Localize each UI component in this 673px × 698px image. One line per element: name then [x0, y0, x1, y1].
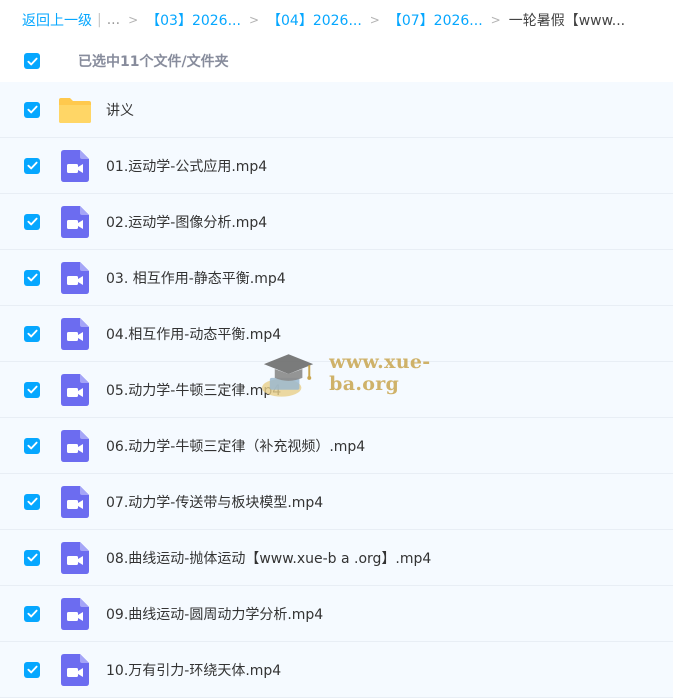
file-row[interactable]: 05.动力学-牛顿三定律.mp4 [0, 362, 673, 418]
row-checkbox[interactable] [24, 101, 40, 118]
selection-bar: 已选中11个文件/文件夹 [0, 40, 673, 82]
file-name[interactable]: 10.万有引力-环绕天体.mp4 [106, 660, 281, 680]
file-name[interactable]: 04.相互作用-动态平衡.mp4 [106, 324, 281, 344]
row-checkbox[interactable] [24, 437, 40, 454]
file-row[interactable]: 01.运动学-公式应用.mp4 [0, 138, 673, 194]
row-checkbox[interactable] [24, 605, 40, 622]
check-icon [26, 217, 38, 226]
check-icon [26, 609, 38, 618]
check-icon [26, 665, 38, 674]
breadcrumb-item[interactable]: 【07】2026... [388, 10, 483, 30]
video-file-icon [58, 429, 92, 463]
folder-row[interactable]: 讲义 [0, 82, 673, 138]
row-checkbox[interactable] [24, 549, 40, 566]
file-name[interactable]: 05.动力学-牛顿三定律.mp4 [106, 380, 281, 400]
row-checkbox[interactable] [24, 269, 40, 286]
video-file-icon [58, 541, 92, 575]
chevron-right-icon: > [490, 13, 501, 27]
chevron-right-icon: > [369, 13, 380, 27]
check-icon [26, 441, 38, 450]
file-name[interactable]: 01.运动学-公式应用.mp4 [106, 156, 267, 176]
folder-icon [58, 93, 92, 127]
check-icon [26, 161, 38, 170]
video-file-icon [58, 373, 92, 407]
file-row[interactable]: 09.曲线运动-圆周动力学分析.mp4 [0, 586, 673, 642]
row-checkbox[interactable] [24, 493, 40, 510]
breadcrumb-ellipsis[interactable]: ... [107, 12, 120, 28]
video-file-icon [58, 317, 92, 351]
video-file-icon [58, 261, 92, 295]
file-name[interactable]: 08.曲线运动-抛体运动【www.xue-b a .org】.mp4 [106, 548, 431, 568]
check-icon [26, 57, 38, 65]
chevron-right-icon: > [248, 13, 259, 27]
file-name[interactable]: 07.动力学-传送带与板块模型.mp4 [106, 492, 323, 512]
row-checkbox[interactable] [24, 325, 40, 342]
file-name[interactable]: 09.曲线运动-圆周动力学分析.mp4 [106, 604, 323, 624]
file-list: 讲义 01.运动学-公式应用.mp4 02.运动学-图像分析.mp4 03. 相互作用… [0, 82, 673, 698]
selection-count: 已选中11个文件/文件夹 [78, 54, 229, 70]
file-row[interactable]: 02.运动学-图像分析.mp4 [0, 194, 673, 250]
file-name[interactable]: 03. 相互作用-静态平衡.mp4 [106, 268, 286, 288]
video-file-icon [58, 149, 92, 183]
file-name[interactable]: 02.运动学-图像分析.mp4 [106, 212, 267, 232]
check-icon [26, 497, 38, 506]
check-icon [26, 273, 38, 282]
row-checkbox[interactable] [24, 381, 40, 398]
video-file-icon [58, 653, 92, 687]
video-file-icon [58, 597, 92, 631]
video-file-icon [58, 485, 92, 519]
breadcrumb: 返回上一级 | ... > 【03】2026... > 【04】2026... … [0, 0, 673, 40]
check-icon [26, 553, 38, 562]
breadcrumb-current: 一轮暑假【www... [508, 13, 626, 29]
file-row[interactable]: 06.动力学-牛顿三定律（补充视频）.mp4 [0, 418, 673, 474]
check-icon [26, 329, 38, 338]
breadcrumb-item[interactable]: 【03】2026... [146, 10, 241, 30]
back-link[interactable]: 返回上一级 [22, 10, 92, 30]
breadcrumb-pipe: | [97, 12, 102, 28]
check-icon [26, 385, 38, 394]
row-checkbox[interactable] [24, 213, 40, 230]
check-icon [26, 105, 38, 114]
file-name[interactable]: 06.动力学-牛顿三定律（补充视频）.mp4 [106, 436, 365, 456]
video-file-icon [58, 205, 92, 239]
chevron-right-icon: > [128, 13, 139, 27]
file-row[interactable]: 07.动力学-传送带与板块模型.mp4 [0, 474, 673, 530]
file-row[interactable]: 03. 相互作用-静态平衡.mp4 [0, 250, 673, 306]
row-checkbox[interactable] [24, 661, 40, 678]
file-row[interactable]: 04.相互作用-动态平衡.mp4 [0, 306, 673, 362]
file-row[interactable]: 10.万有引力-环绕天体.mp4 [0, 642, 673, 698]
row-checkbox[interactable] [24, 157, 40, 174]
breadcrumb-item[interactable]: 【04】2026... [267, 10, 362, 30]
file-row[interactable]: 08.曲线运动-抛体运动【www.xue-b a .org】.mp4 [0, 530, 673, 586]
select-all-checkbox[interactable] [24, 53, 40, 69]
file-name[interactable]: 讲义 [106, 100, 134, 120]
